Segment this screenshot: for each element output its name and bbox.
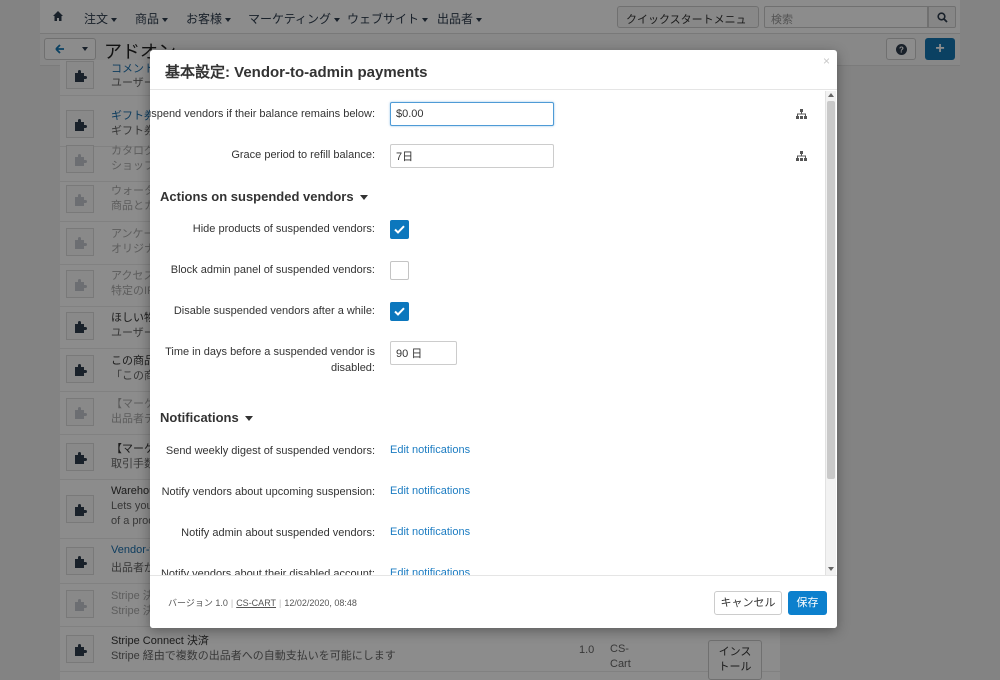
check-icon	[394, 307, 405, 316]
days-before-disabled-input[interactable]	[390, 341, 457, 365]
scroll-down-icon[interactable]	[828, 567, 834, 571]
chevron-down-icon	[359, 195, 368, 201]
grace-period-input[interactable]	[390, 144, 554, 168]
edit-notifications-link[interactable]: Edit notifications	[390, 444, 470, 456]
days-before-disabled-label: Time in days before a suspended vendor i…	[165, 346, 375, 374]
close-icon[interactable]: ×	[823, 55, 830, 67]
block-admin-panel-label: Block admin panel of suspended vendors:	[170, 264, 375, 276]
modal-header: 基本設定: Vendor-to-admin payments ×	[150, 50, 837, 90]
check-icon	[394, 225, 405, 234]
edit-notifications-link[interactable]: Edit notifications	[390, 567, 470, 575]
upcoming-suspension-label: Notify vendors about upcoming suspension…	[161, 486, 375, 498]
admin-suspended-label: Notify admin about suspended vendors:	[181, 527, 375, 539]
block-admin-panel-checkbox[interactable]	[390, 261, 409, 280]
chevron-down-icon	[244, 416, 253, 422]
modal-footer: バージョン 1.0 | CS-CART | 12/02/2020, 08:48 キャンセ…	[150, 575, 837, 628]
modal-scrollbar[interactable]	[825, 91, 836, 575]
cancel-button[interactable]: キャンセル	[714, 591, 782, 615]
hide-products-label: Hide products of suspended vendors:	[192, 223, 375, 235]
tree-icon[interactable]	[796, 109, 807, 119]
disable-vendors-checkbox[interactable]	[390, 302, 409, 321]
modal-title: 基本設定: Vendor-to-admin payments	[165, 64, 428, 81]
disabled-account-label: Notify vendors about their disabled acco…	[160, 568, 375, 575]
save-button[interactable]: 保存	[788, 591, 827, 615]
addon-date: 12/02/2020, 08:48	[284, 598, 357, 608]
addon-vendor-link[interactable]: CS-CART	[236, 598, 276, 608]
grace-period-label: Grace period to refill balance:	[231, 149, 375, 161]
tree-icon[interactable]	[796, 151, 807, 161]
weekly-digest-label: Send weekly digest of suspended vendors:	[165, 445, 375, 457]
suspend-threshold-label: Suspend vendors if their balance remains…	[150, 108, 375, 120]
section-notifications-toggle[interactable]: Notifications	[160, 410, 253, 425]
disable-vendors-label: Disable suspended vendors after a while:	[173, 305, 375, 317]
hide-products-checkbox[interactable]	[390, 220, 409, 239]
scrollbar-thumb[interactable]	[827, 101, 835, 479]
addon-version-text: バージョン 1.0	[168, 598, 228, 608]
scroll-up-icon[interactable]	[828, 93, 834, 97]
addon-info: バージョン 1.0 | CS-CART | 12/02/2020, 08:48	[168, 598, 357, 608]
edit-notifications-link[interactable]: Edit notifications	[390, 526, 470, 538]
suspend-threshold-input[interactable]	[390, 102, 554, 126]
edit-notifications-link[interactable]: Edit notifications	[390, 485, 470, 497]
section-actions-toggle[interactable]: Actions on suspended vendors	[160, 189, 368, 204]
addon-settings-modal: 基本設定: Vendor-to-admin payments × Suspend…	[150, 50, 837, 628]
modal-body: Suspend vendors if their balance remains…	[150, 91, 837, 575]
